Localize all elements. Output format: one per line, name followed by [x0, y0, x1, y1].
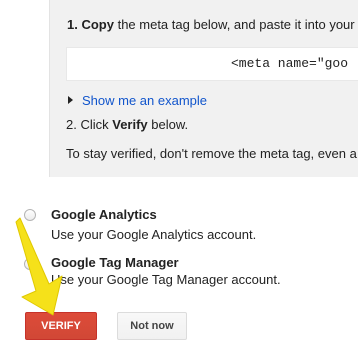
verify-button[interactable]: VERIFY — [25, 312, 97, 340]
step1-number: 1. — [67, 17, 78, 32]
google-tag-manager-radio[interactable] — [24, 258, 36, 270]
meta-tag-code[interactable]: <meta name="goo — [231, 56, 348, 71]
step2-verify-label: Verify — [112, 117, 148, 132]
step2-prefix: 2. Click — [66, 117, 113, 132]
meta-tag-instructions-panel: 1. Copy the meta tag below, and paste it… — [49, 0, 358, 177]
google-analytics-description: Use your Google Analytics account. — [51, 227, 257, 242]
google-analytics-radio[interactable] — [24, 209, 36, 221]
step2-instruction: 2. Click Verify below. — [66, 117, 188, 132]
meta-tag-code-box[interactable]: <meta name="goo — [66, 47, 358, 81]
show-example-toggle[interactable]: Show me an example — [68, 93, 207, 108]
google-tag-manager-title[interactable]: Google Tag Manager — [51, 255, 179, 270]
triangle-right-icon — [68, 96, 73, 104]
not-now-button[interactable]: Not now — [117, 312, 187, 340]
stay-verified-note: To stay verified, don't remove the meta … — [66, 146, 357, 161]
step1-instruction: 1. Copy the meta tag below, and paste it… — [67, 17, 355, 32]
google-analytics-title[interactable]: Google Analytics — [51, 207, 157, 222]
google-tag-manager-description: Use your Google Tag Manager account. — [51, 272, 281, 287]
step1-text: the meta tag below, and paste it into yo… — [113, 17, 355, 32]
step2-suffix: below. — [147, 117, 189, 132]
show-example-link[interactable]: Show me an example — [82, 93, 207, 108]
step1-copy-label: Copy — [81, 17, 114, 32]
verification-page: 1. Copy the meta tag below, and paste it… — [0, 0, 358, 353]
